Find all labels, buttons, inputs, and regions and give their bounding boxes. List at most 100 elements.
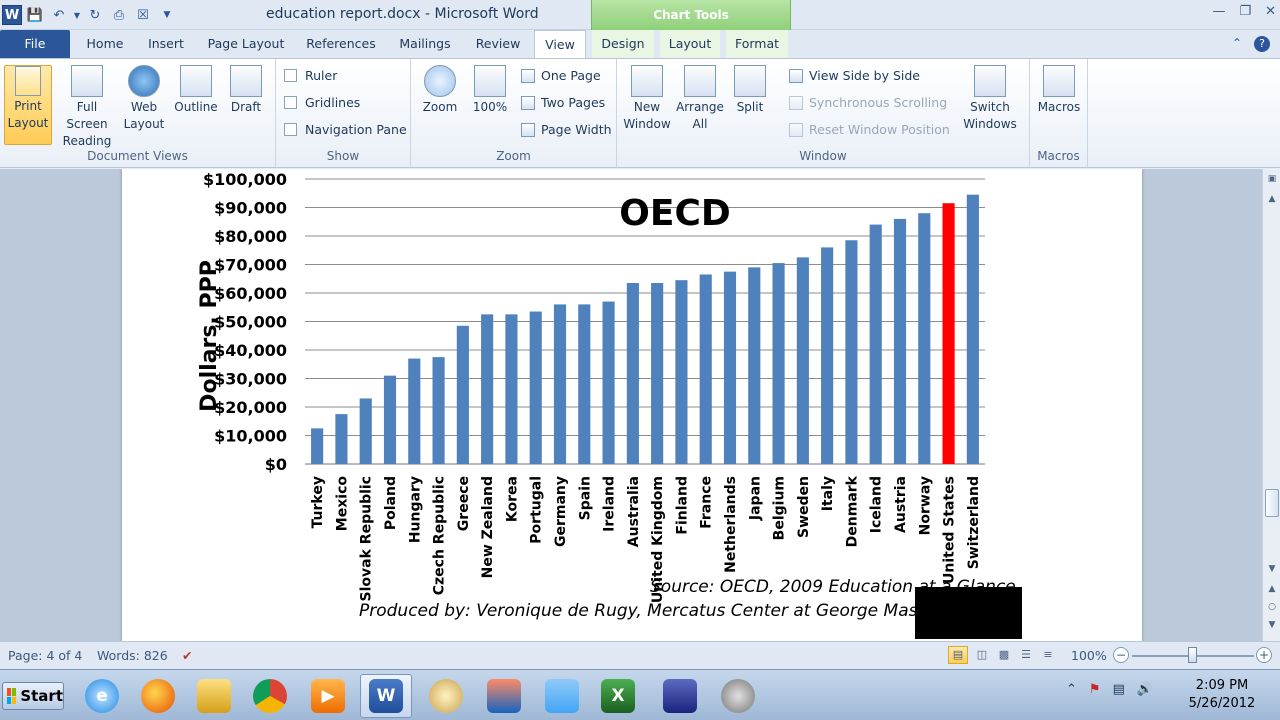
- tab-layout[interactable]: Layout: [660, 30, 720, 58]
- navigation-pane-checkbox[interactable]: Navigation Pane: [284, 122, 407, 137]
- zoom-out-icon[interactable]: −: [1113, 647, 1129, 663]
- bar[interactable]: [893, 218, 907, 464]
- print-preview-icon[interactable]: ☒: [132, 4, 154, 26]
- zoom-100-button[interactable]: 100%: [465, 65, 515, 116]
- volume-icon[interactable]: 🔊: [1137, 682, 1153, 697]
- taskbar-explorer[interactable]: [188, 674, 240, 718]
- bar-chart[interactable]: $0 $10,000 $20,000 $30,000 $40,000 $50,000 $60…: [122, 169, 1142, 641]
- taskbar-excel[interactable]: X: [592, 674, 644, 718]
- ruler-toggle-icon[interactable]: ▣: [1263, 171, 1280, 187]
- bar[interactable]: [335, 414, 348, 464]
- two-pages-button[interactable]: Two Pages: [521, 95, 605, 110]
- bar[interactable]: [529, 311, 542, 464]
- tab-mailings[interactable]: Mailings: [390, 30, 460, 58]
- scroll-thumb[interactable]: [1265, 489, 1279, 517]
- quick-print-icon[interactable]: ⎙: [108, 4, 130, 26]
- bar[interactable]: [869, 224, 882, 464]
- bar[interactable]: [723, 271, 737, 464]
- scroll-up-icon[interactable]: ▲: [1263, 191, 1280, 207]
- taskbar-remote[interactable]: [536, 674, 588, 718]
- print-layout-button[interactable]: Print Layout: [4, 65, 52, 145]
- bar[interactable]: [651, 283, 664, 464]
- minimize-icon[interactable]: —: [1212, 4, 1225, 19]
- tab-format[interactable]: Format: [726, 30, 788, 58]
- new-window-button[interactable]: New Window: [621, 65, 673, 133]
- switch-windows-button[interactable]: Switch Windows: [955, 65, 1025, 133]
- full-screen-reading-button[interactable]: Full Screen Reading: [56, 65, 118, 150]
- bar[interactable]: [748, 267, 761, 464]
- redo-icon[interactable]: ↻: [84, 4, 106, 26]
- previous-page-icon[interactable]: ▲: [1263, 581, 1280, 597]
- start-button[interactable]: Start: [2, 682, 64, 710]
- undo-icon[interactable]: ↶: [48, 4, 70, 26]
- one-page-button[interactable]: One Page: [521, 68, 601, 83]
- bar[interactable]: [578, 304, 591, 464]
- save-icon[interactable]: 💾: [24, 4, 46, 26]
- proofing-icon[interactable]: ✔: [182, 648, 192, 663]
- view-side-by-side-button[interactable]: View Side by Side: [789, 68, 920, 83]
- taskbar-webcam[interactable]: [712, 674, 764, 718]
- show-hidden-icons-icon[interactable]: ⌃: [1066, 682, 1077, 697]
- bar[interactable]: [675, 280, 688, 464]
- status-outline-icon[interactable]: ☰: [1016, 646, 1036, 664]
- tab-view[interactable]: View: [534, 30, 586, 58]
- vertical-scrollbar[interactable]: ▣ ▲ ▼ ▲ ○ ▼: [1262, 169, 1280, 641]
- synchronous-scrolling-button[interactable]: Synchronous Scrolling: [789, 95, 947, 110]
- word-count[interactable]: Words: 826: [97, 648, 168, 663]
- action-center-icon[interactable]: ⚑: [1089, 682, 1101, 697]
- gridlines-checkbox[interactable]: Gridlines: [284, 95, 360, 110]
- bar[interactable]: [553, 304, 567, 464]
- tab-design[interactable]: Design: [592, 30, 654, 58]
- close-icon[interactable]: ✕: [1265, 4, 1276, 19]
- bar[interactable]: [359, 398, 372, 464]
- bar[interactable]: [481, 314, 494, 464]
- zoom-slider-thumb[interactable]: [1188, 647, 1197, 663]
- browse-object-icon[interactable]: ○: [1263, 599, 1280, 615]
- taskbar-media-player[interactable]: ▶: [302, 674, 354, 718]
- taskbar-internet-explorer[interactable]: e: [76, 674, 128, 718]
- macros-button[interactable]: Macros: [1032, 65, 1086, 116]
- status-web-layout-icon[interactable]: ▩: [994, 646, 1014, 664]
- bar[interactable]: [966, 194, 979, 465]
- bar[interactable]: [918, 213, 931, 464]
- network-icon[interactable]: ▤: [1113, 682, 1125, 697]
- taskbar-chrome[interactable]: [244, 674, 296, 718]
- tab-review[interactable]: Review: [466, 30, 530, 58]
- help-icon[interactable]: ?: [1254, 36, 1270, 52]
- undo-dropdown-icon[interactable]: ▼: [72, 4, 82, 26]
- word-logo-icon[interactable]: W: [2, 5, 22, 25]
- bar[interactable]: [699, 274, 712, 464]
- minimize-ribbon-icon[interactable]: ⌃: [1232, 36, 1242, 52]
- taskbar-network[interactable]: [654, 674, 706, 718]
- taskbar-firefox[interactable]: [132, 674, 184, 718]
- taskbar-paint[interactable]: [420, 674, 472, 718]
- customize-toolbar-icon[interactable]: ▼: [156, 4, 178, 26]
- zoom-level[interactable]: 100%: [1071, 648, 1107, 663]
- document-page[interactable]: $0 $10,000 $20,000 $30,000 $40,000 $50,000 $60…: [122, 169, 1142, 641]
- outline-button[interactable]: Outline: [170, 65, 222, 116]
- bar[interactable]: [456, 325, 469, 464]
- restore-icon[interactable]: ❐: [1239, 4, 1251, 19]
- bar[interactable]: [432, 357, 445, 464]
- taskbar-word[interactable]: W: [360, 674, 412, 718]
- ruler-checkbox[interactable]: Ruler: [284, 68, 337, 83]
- bar[interactable]: [311, 428, 324, 464]
- page-width-button[interactable]: Page Width: [521, 122, 612, 137]
- arrange-all-button[interactable]: Arrange All: [673, 65, 727, 133]
- clock[interactable]: 2:09 PM 5/26/2012: [1180, 677, 1264, 713]
- status-full-screen-icon[interactable]: ◫: [972, 646, 992, 664]
- web-layout-button[interactable]: Web Layout: [118, 65, 170, 133]
- taskbar-app[interactable]: [478, 674, 530, 718]
- bar[interactable]: [942, 203, 955, 464]
- zoom-button[interactable]: Zoom: [415, 65, 465, 116]
- bar[interactable]: [626, 283, 639, 464]
- reset-window-position-button[interactable]: Reset Window Position: [789, 122, 950, 137]
- bar[interactable]: [408, 358, 421, 464]
- tab-page-layout[interactable]: Page Layout: [200, 30, 292, 58]
- zoom-in-icon[interactable]: +: [1256, 647, 1272, 663]
- tab-references[interactable]: References: [298, 30, 384, 58]
- page-indicator[interactable]: Page: 4 of 4: [8, 648, 82, 663]
- status-print-layout-icon[interactable]: ▤: [948, 646, 968, 664]
- bar[interactable]: [383, 375, 397, 464]
- tab-file[interactable]: File: [0, 30, 70, 58]
